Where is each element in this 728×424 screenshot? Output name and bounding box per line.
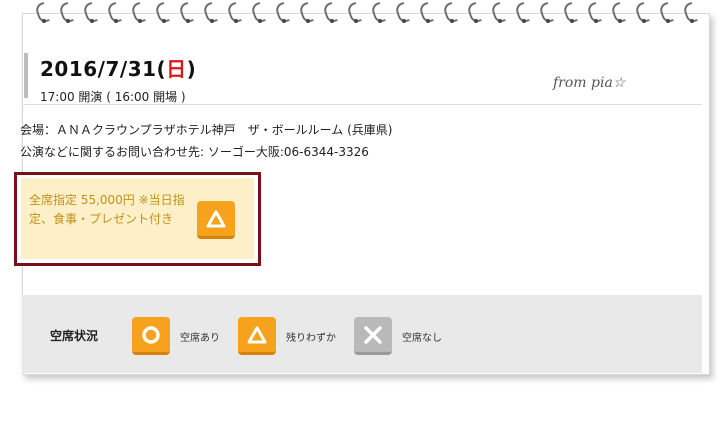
legend-label: 空席なし — [402, 332, 442, 344]
binding-ring — [36, 2, 48, 26]
binding-ring — [348, 2, 360, 26]
binding-ring — [660, 2, 672, 26]
binding-ring — [444, 2, 456, 26]
binding-ring — [276, 2, 288, 26]
ticket-description: 全席指定 55,000円 ※当日指定、食事・プレゼント付き — [29, 193, 185, 226]
event-times: 17:00 開演 ( 16:00 開場 ) — [40, 90, 186, 104]
binding-ring — [684, 2, 696, 26]
availability-legend: 空席状況 空席あり 残りわずか 空席なし — [22, 295, 702, 373]
binding-ring — [60, 2, 72, 26]
binding-ring — [564, 2, 576, 26]
binding-ring — [228, 2, 240, 26]
binding-ring — [84, 2, 96, 26]
divider — [22, 104, 702, 105]
legend-label: 残りわずか — [286, 332, 336, 344]
ticket-highlight[interactable]: 全席指定 55,000円 ※当日指定、食事・プレゼント付き — [14, 172, 261, 266]
binding-ring — [204, 2, 216, 26]
date-close: ) — [186, 57, 197, 81]
cross-icon — [354, 317, 392, 355]
binding-ring — [540, 2, 552, 26]
venue-text: 会場：ＡＮＡクラウンプラザホテル神戸 ザ・ボールルーム (兵庫県) — [20, 123, 393, 137]
binding-ring — [132, 2, 144, 26]
event-date: 2016/7/31(日) — [40, 53, 196, 82]
binding-ring — [300, 2, 312, 26]
binding-ring — [636, 2, 648, 26]
legend-item-sold-out: 空席なし — [354, 317, 442, 355]
ticket-row[interactable]: 全席指定 55,000円 ※当日指定、食事・プレゼント付き — [21, 178, 254, 259]
binding-ring — [252, 2, 264, 26]
binding-ring — [180, 2, 192, 26]
legend-item-few-left: 残りわずか — [238, 317, 336, 355]
legend-label: 空席あり — [180, 332, 220, 344]
triangle-icon — [238, 317, 276, 355]
binding-ring — [156, 2, 168, 26]
source-signature: from pia☆ — [553, 75, 626, 91]
day-of-week: 日 — [166, 57, 187, 81]
binding-ring — [372, 2, 384, 26]
triangle-icon[interactable] — [197, 201, 235, 239]
binding-ring — [516, 2, 528, 26]
date-text: 2016/7/31( — [40, 57, 167, 81]
contact-text: 公演などに関するお問い合わせ先: ソーゴー大阪:06-6344-3326 — [20, 145, 369, 159]
event-date-block: 2016/7/31(日) 17:00 開演 ( 16:00 開場 ) — [24, 53, 196, 104]
binding-ring — [108, 2, 120, 26]
spiral-binding — [36, 2, 696, 28]
binding-ring — [468, 2, 480, 26]
binding-ring — [396, 2, 408, 26]
legend-title: 空席状況 — [50, 329, 99, 343]
circle-icon — [132, 317, 170, 355]
binding-ring — [588, 2, 600, 26]
binding-ring — [612, 2, 624, 26]
binding-ring — [492, 2, 504, 26]
binding-ring — [420, 2, 432, 26]
binding-ring — [324, 2, 336, 26]
legend-item-available: 空席あり — [132, 317, 220, 355]
